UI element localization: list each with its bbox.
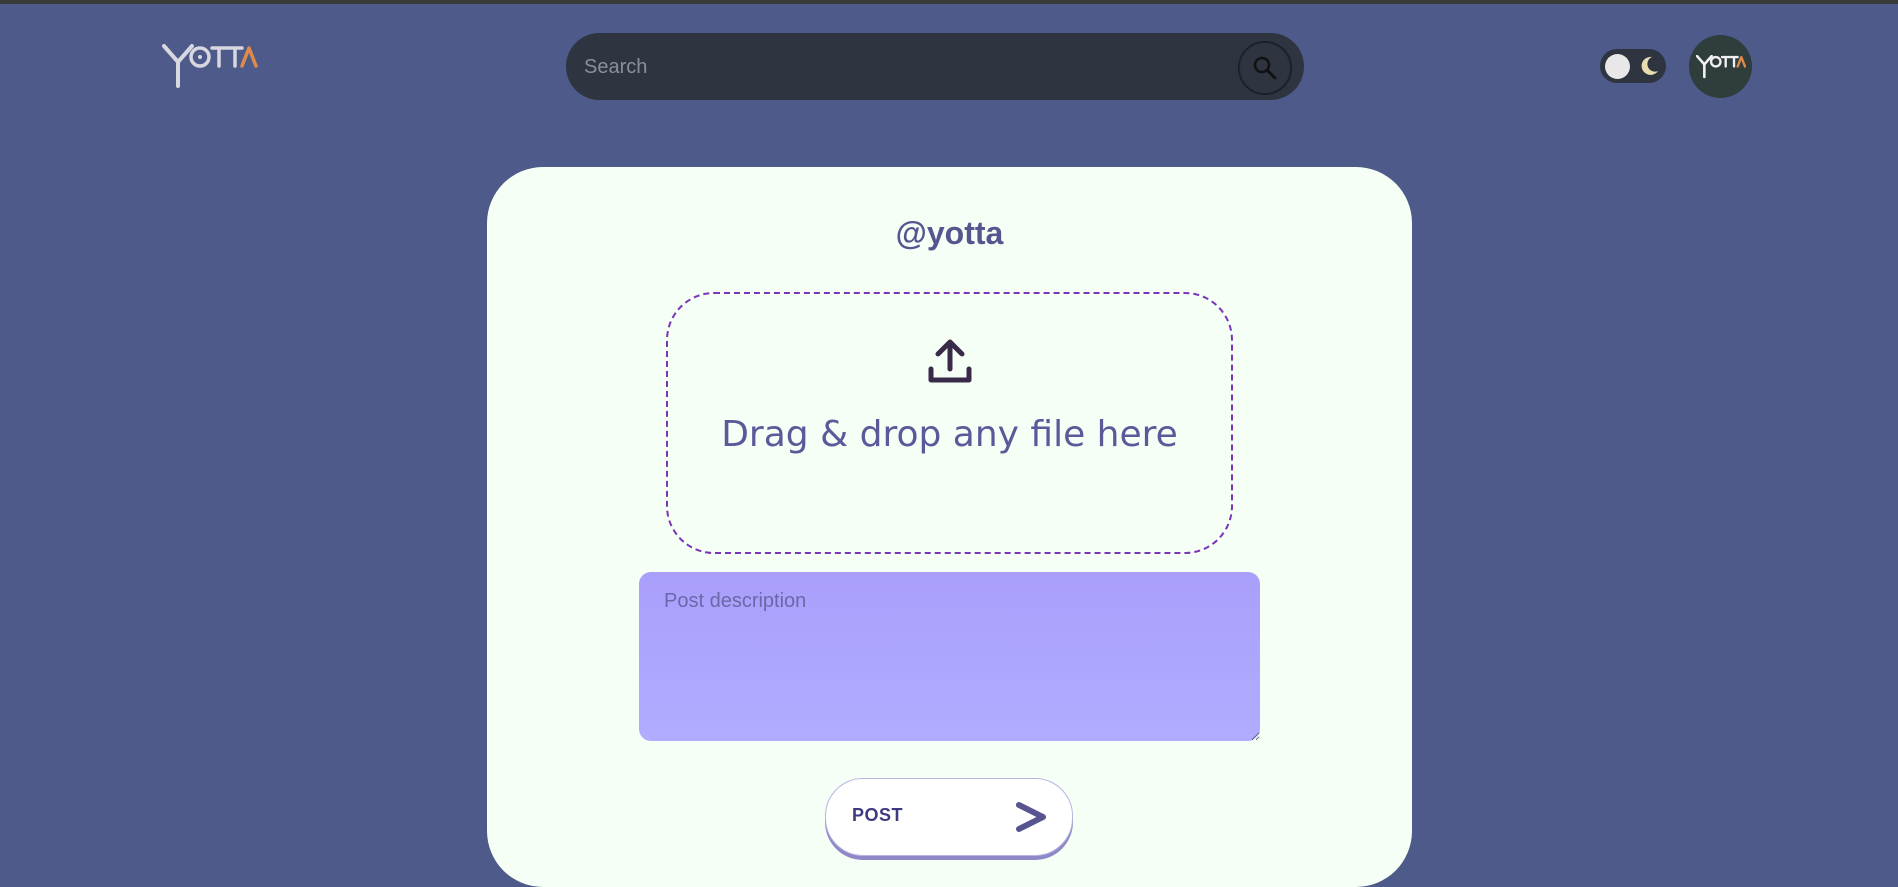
- theme-toggle[interactable]: [1600, 49, 1666, 83]
- search-icon: [1253, 56, 1277, 80]
- avatar[interactable]: [1689, 35, 1752, 98]
- top-strip: [0, 0, 1898, 4]
- username-heading: @yotta: [895, 215, 1004, 251]
- dropzone-label: Drag & drop any file here: [721, 414, 1178, 455]
- chevron-right-icon: [1016, 802, 1046, 832]
- search-input[interactable]: [582, 47, 1186, 87]
- post-button[interactable]: POST: [825, 778, 1073, 856]
- moon-icon: [1641, 56, 1658, 75]
- post-description-textarea[interactable]: [639, 572, 1260, 741]
- yotta-logo[interactable]: [162, 44, 258, 90]
- search-bar: [566, 33, 1304, 100]
- file-dropzone[interactable]: Drag & drop any file here: [666, 292, 1233, 554]
- avatar-logo: [1695, 54, 1746, 78]
- upload-icon: [928, 339, 972, 383]
- search-button[interactable]: [1238, 41, 1292, 95]
- toggle-knob: [1605, 54, 1630, 79]
- post-button-label: POST: [852, 805, 904, 825]
- create-post-card: @yotta Drag & drop any file here POST: [487, 167, 1412, 887]
